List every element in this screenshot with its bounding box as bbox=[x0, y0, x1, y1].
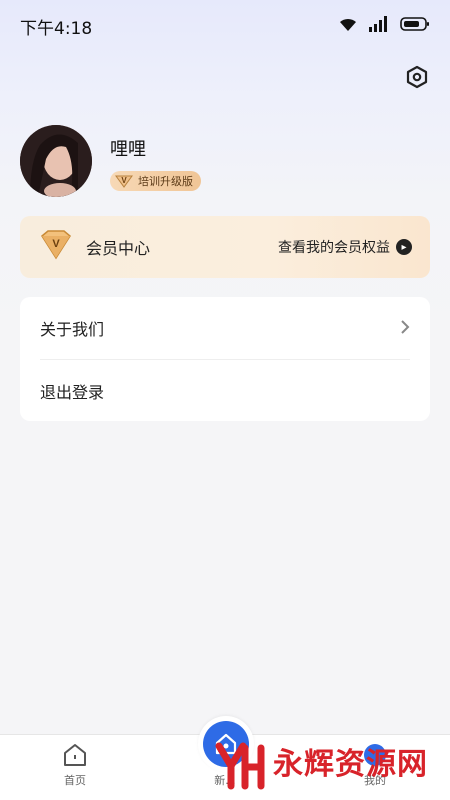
menu-item-label: 关于我们 bbox=[40, 320, 105, 339]
settings-button[interactable] bbox=[404, 65, 430, 93]
svg-text:V: V bbox=[121, 176, 127, 185]
menu-item-logout[interactable]: 退出登录 bbox=[40, 359, 410, 421]
vip-center-title: 会员中心 bbox=[86, 239, 151, 258]
membership-badge: V 培训升级版 bbox=[110, 171, 201, 191]
menu-item-label: 退出登录 bbox=[40, 382, 105, 402]
username: 哩哩 bbox=[110, 139, 146, 160]
view-benefits-label: 查看我的会员权益 bbox=[278, 240, 390, 256]
menu-item-about[interactable]: 关于我们 bbox=[20, 297, 430, 359]
svg-text:V: V bbox=[52, 238, 60, 250]
status-icons bbox=[338, 16, 430, 36]
avatar[interactable] bbox=[20, 125, 92, 197]
watermark-logo bbox=[213, 738, 267, 792]
menu-card: 关于我们 退出登录 bbox=[20, 297, 430, 421]
status-time: 下午4:18 bbox=[20, 18, 93, 39]
tab-home[interactable]: 首页 bbox=[25, 742, 125, 788]
home-icon bbox=[62, 742, 88, 768]
signal-icon bbox=[368, 16, 390, 36]
vip-center-card[interactable]: V 会员中心 查看我的会员权益 ▸ bbox=[20, 216, 430, 278]
settings-hexagon-icon bbox=[405, 65, 429, 93]
profile-text: 哩哩 V 培训升级版 bbox=[110, 135, 201, 192]
status-bar: 下午4:18 bbox=[0, 0, 450, 52]
tab-label: 首页 bbox=[64, 774, 86, 787]
vip-diamond-icon: V bbox=[38, 230, 74, 264]
v-diamond-icon: V bbox=[114, 174, 134, 188]
arrow-right-circle-icon: ▸ bbox=[396, 239, 412, 255]
badge-label: 培训升级版 bbox=[138, 175, 193, 188]
watermark-title: 永辉资源网 bbox=[273, 747, 428, 782]
wifi-icon bbox=[338, 16, 358, 36]
battery-icon bbox=[400, 16, 430, 36]
watermark: 永辉资源网 bbox=[213, 738, 428, 792]
chevron-right-icon bbox=[400, 318, 410, 339]
profile-section: 哩哩 V 培训升级版 bbox=[20, 125, 201, 197]
view-benefits-link[interactable]: 查看我的会员权益 ▸ bbox=[278, 237, 412, 257]
